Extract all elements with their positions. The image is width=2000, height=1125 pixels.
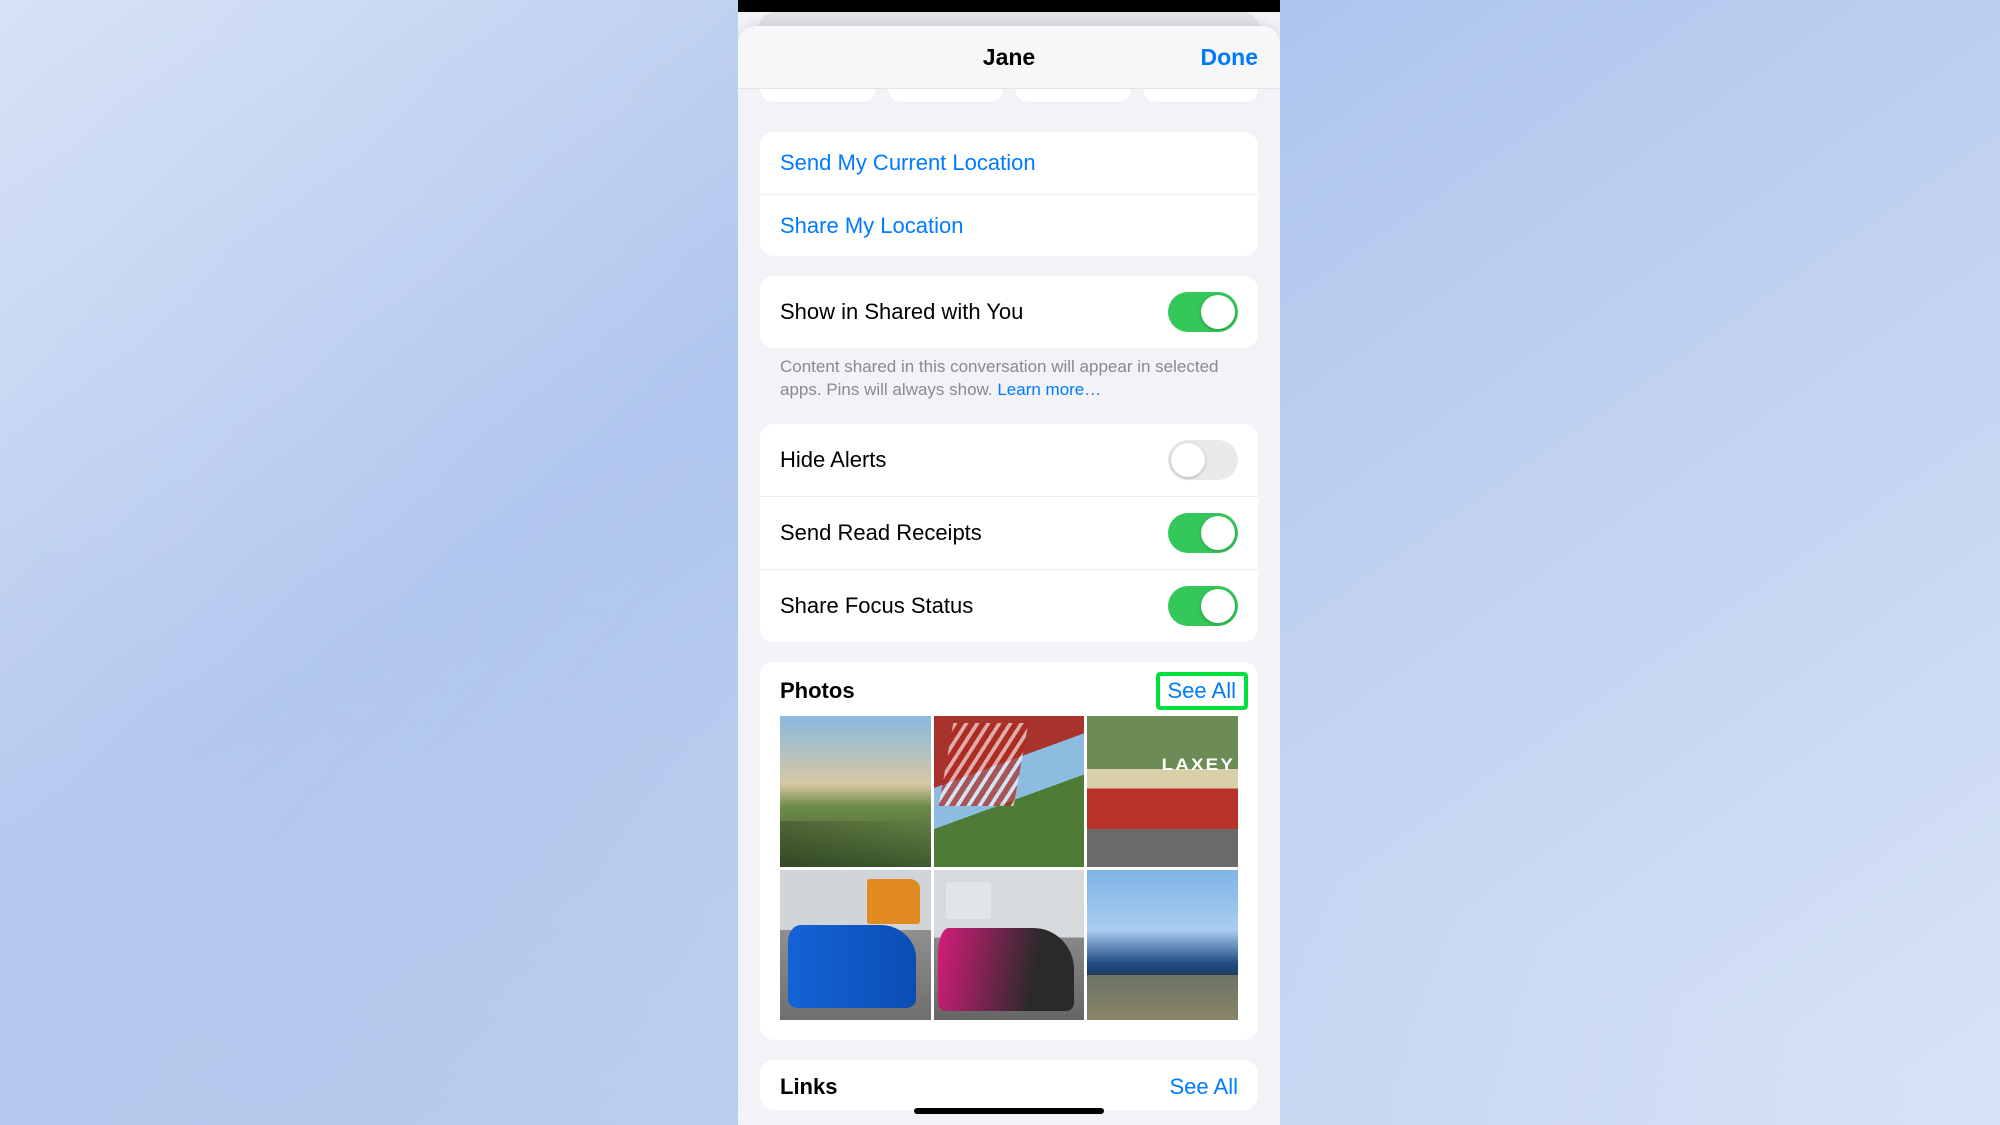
alerts-receipts-group: Hide Alerts Send Read Receipts Share Foc… (760, 424, 1258, 642)
photo-thumbnail-2[interactable] (934, 716, 1085, 867)
toggle-knob (1201, 295, 1235, 329)
hide-alerts-row: Hide Alerts (760, 424, 1258, 496)
links-header-row: Links See All (760, 1060, 1258, 1110)
send-current-location-row[interactable]: Send My Current Location (760, 132, 1258, 194)
photos-header-row: Photos See All (760, 662, 1258, 716)
learn-more-link[interactable]: Learn more… (997, 380, 1101, 399)
toggle-knob (1201, 589, 1235, 623)
quick-action-3[interactable] (1015, 89, 1131, 102)
photo-thumbnail-4[interactable] (780, 870, 931, 1021)
share-focus-status-row: Share Focus Status (760, 569, 1258, 642)
quick-actions-row (760, 89, 1258, 102)
contact-name-title: Jane (983, 44, 1035, 71)
links-group: Links See All (760, 1060, 1258, 1110)
photo-thumbnail-6[interactable] (1087, 870, 1238, 1021)
send-read-receipts-toggle[interactable] (1168, 513, 1238, 553)
phone-frame: Jane Done Send My Current Location Share… (738, 0, 1280, 1125)
quick-action-1[interactable] (760, 89, 876, 102)
done-button[interactable]: Done (1201, 26, 1259, 88)
send-read-receipts-label: Send Read Receipts (780, 520, 982, 546)
show-in-shared-with-you-label: Show in Shared with You (780, 299, 1023, 325)
share-focus-status-label: Share Focus Status (780, 593, 973, 619)
sheet-body[interactable]: Send My Current Location Share My Locati… (738, 89, 1280, 1125)
photo-thumbnail-3[interactable] (1087, 716, 1238, 867)
phone-screen: Jane Done Send My Current Location Share… (738, 12, 1280, 1125)
location-actions-group: Send My Current Location Share My Locati… (760, 132, 1258, 256)
show-in-shared-with-you-toggle[interactable] (1168, 292, 1238, 332)
toggle-knob (1201, 516, 1235, 550)
links-see-all-button[interactable]: See All (1170, 1074, 1239, 1100)
home-indicator[interactable] (914, 1108, 1104, 1114)
photos-title: Photos (780, 678, 855, 704)
quick-action-4[interactable] (1143, 89, 1259, 102)
send-read-receipts-row: Send Read Receipts (760, 496, 1258, 569)
photo-thumbnail-1[interactable] (780, 716, 931, 867)
hide-alerts-label: Hide Alerts (780, 447, 886, 473)
photos-see-all-button[interactable]: See All (1156, 672, 1249, 710)
show-in-shared-with-you-row: Show in Shared with You (760, 276, 1258, 348)
share-my-location-row[interactable]: Share My Location (760, 194, 1258, 256)
send-current-location-label: Send My Current Location (780, 150, 1036, 176)
hide-alerts-toggle[interactable] (1168, 440, 1238, 480)
shared-with-you-footer: Content shared in this conversation will… (760, 356, 1258, 402)
sheet-header: Jane Done (738, 26, 1280, 89)
toggle-knob (1171, 443, 1205, 477)
links-title: Links (780, 1074, 837, 1100)
quick-action-2[interactable] (888, 89, 1004, 102)
photos-group: Photos See All (760, 662, 1258, 1040)
share-my-location-label: Share My Location (780, 213, 963, 239)
contact-details-sheet: Jane Done Send My Current Location Share… (738, 26, 1280, 1125)
share-focus-status-toggle[interactable] (1168, 586, 1238, 626)
photos-grid (760, 716, 1258, 1040)
shared-with-you-group: Show in Shared with You (760, 276, 1258, 348)
photo-thumbnail-5[interactable] (934, 870, 1085, 1021)
